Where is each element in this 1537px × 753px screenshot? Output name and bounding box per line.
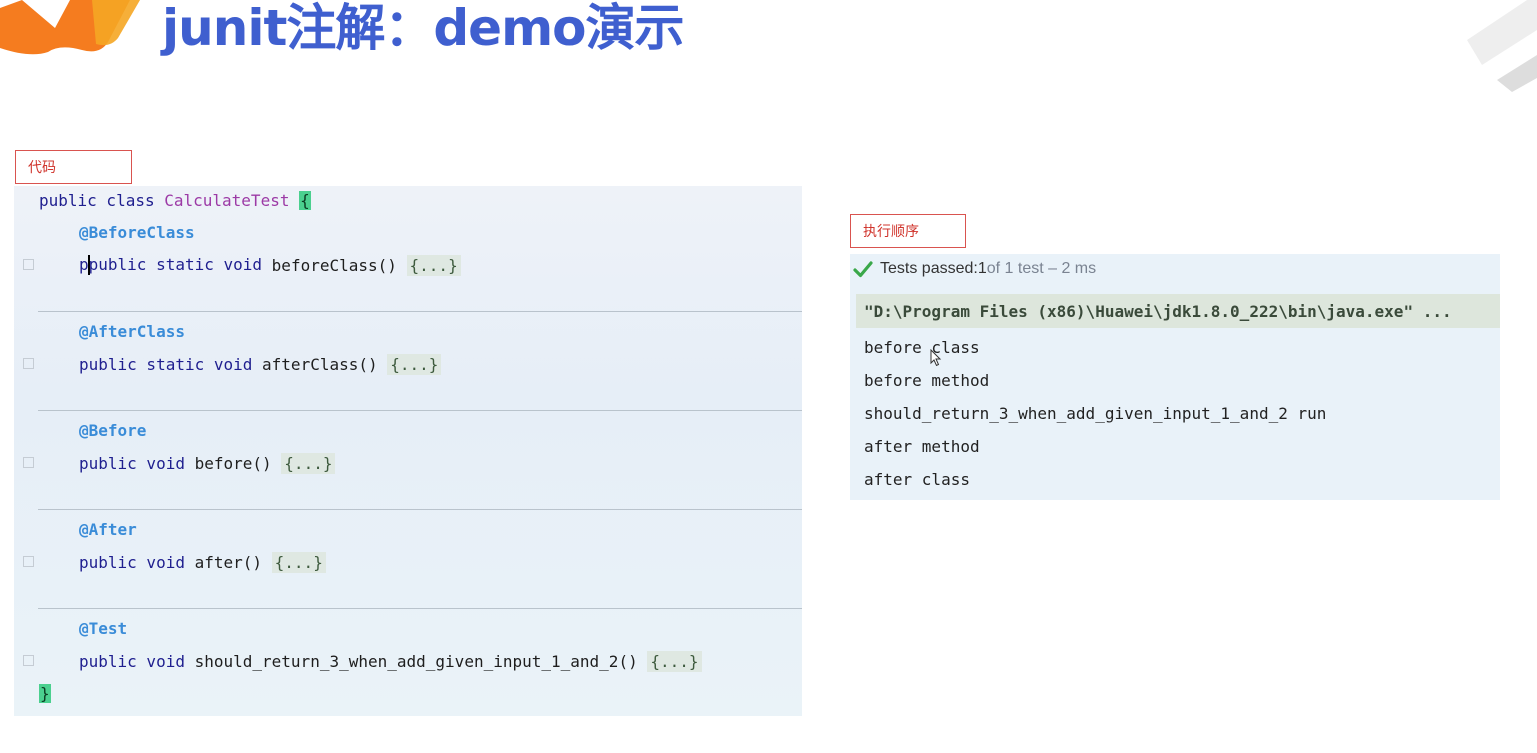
class-open-brace: { <box>299 190 311 210</box>
output-line: should_return_3_when_add_given_input_1_a… <box>864 403 1327 423</box>
fold-gutter-icon[interactable] <box>23 259 34 270</box>
method-name: afterClass() <box>262 354 388 374</box>
method-name: after() <box>194 552 272 572</box>
test-status-bar: Tests passed: 1 of 1 test – 2 ms <box>850 254 1500 284</box>
method-keywords: public static void <box>88 254 272 274</box>
code-tag: 代码 <box>15 150 132 184</box>
folded-body[interactable]: {...} <box>281 452 336 474</box>
annotation: @After <box>79 515 137 543</box>
annotation: @BeforeClass <box>79 218 195 246</box>
cursor-icon <box>930 349 942 367</box>
status-suffix: of 1 test – 2 ms <box>986 260 1097 277</box>
output-line: before class <box>864 337 980 357</box>
annotation-before: @Before <box>79 420 147 440</box>
execution-order-tag: 执行顺序 <box>850 214 966 248</box>
annotation: @AfterClass <box>79 317 185 345</box>
method-line[interactable]: public void before() {...} <box>79 449 336 477</box>
annotation-after-class: @AfterClass <box>79 321 185 341</box>
class-declaration: public class CalculateTest { <box>39 186 311 214</box>
method-separator <box>38 410 802 411</box>
method-name: beforeClass() <box>271 255 407 275</box>
method-name: before() <box>194 453 282 473</box>
class-close: } <box>39 679 51 707</box>
code-panel: public class CalculateTest { @BeforeClas… <box>14 186 802 716</box>
folded-body[interactable]: {...} <box>271 551 326 573</box>
check-icon <box>853 261 873 278</box>
annotation-before-class: @BeforeClass <box>79 222 195 242</box>
slide-title: junit注解：demo演示 <box>162 0 685 57</box>
fold-gutter-icon[interactable] <box>23 457 34 468</box>
method-keywords: public void <box>79 453 195 473</box>
method-separator <box>38 608 802 609</box>
class-keyword: public class <box>39 190 165 210</box>
java-command-line: "D:\Program Files (x86)\Huawei\jdk1.8.0_… <box>864 301 1452 321</box>
status-prefix: Tests passed: <box>880 260 978 277</box>
annotation: @Before <box>79 416 146 444</box>
method-line[interactable]: public void should_return_3_when_add_giv… <box>79 647 702 675</box>
annotation-test: @Test <box>79 618 128 638</box>
method-keywords: public void <box>79 552 195 572</box>
method-separator <box>38 311 802 312</box>
class-name: CalculateTest <box>164 190 290 210</box>
output-line: after method <box>864 436 980 456</box>
folded-body[interactable]: {...} <box>647 650 702 672</box>
method-line[interactable]: ppublic static void beforeClass() {...} <box>79 251 461 279</box>
method-signature: ppublic static void <box>79 254 272 276</box>
fold-gutter-icon[interactable] <box>23 655 34 666</box>
test-results-panel: Tests passed: 1 of 1 test – 2 ms "D:\Pro… <box>850 254 1500 500</box>
output-line: after class <box>864 469 970 489</box>
decoration-shape <box>1467 0 1537 92</box>
folded-body[interactable]: {...} <box>406 254 461 276</box>
passed-count: 1 <box>977 260 987 277</box>
fold-gutter-icon[interactable] <box>23 556 34 567</box>
annotation-after: @After <box>79 519 137 539</box>
method-name: should_return_3_when_add_given_input_1_a… <box>194 651 648 671</box>
method-keywords: public void <box>79 651 195 671</box>
method-line[interactable]: public static void afterClass() {...} <box>79 350 442 378</box>
class-close-brace: } <box>39 683 51 703</box>
folded-body[interactable]: {...} <box>387 353 442 375</box>
logo-shape <box>0 0 140 55</box>
method-separator <box>38 509 802 510</box>
method-line[interactable]: public void after() {...} <box>79 548 326 576</box>
method-keywords: public static void <box>79 354 263 374</box>
output-line: before method <box>864 370 990 390</box>
fold-gutter-icon[interactable] <box>23 358 34 369</box>
annotation: @Test <box>79 614 127 642</box>
